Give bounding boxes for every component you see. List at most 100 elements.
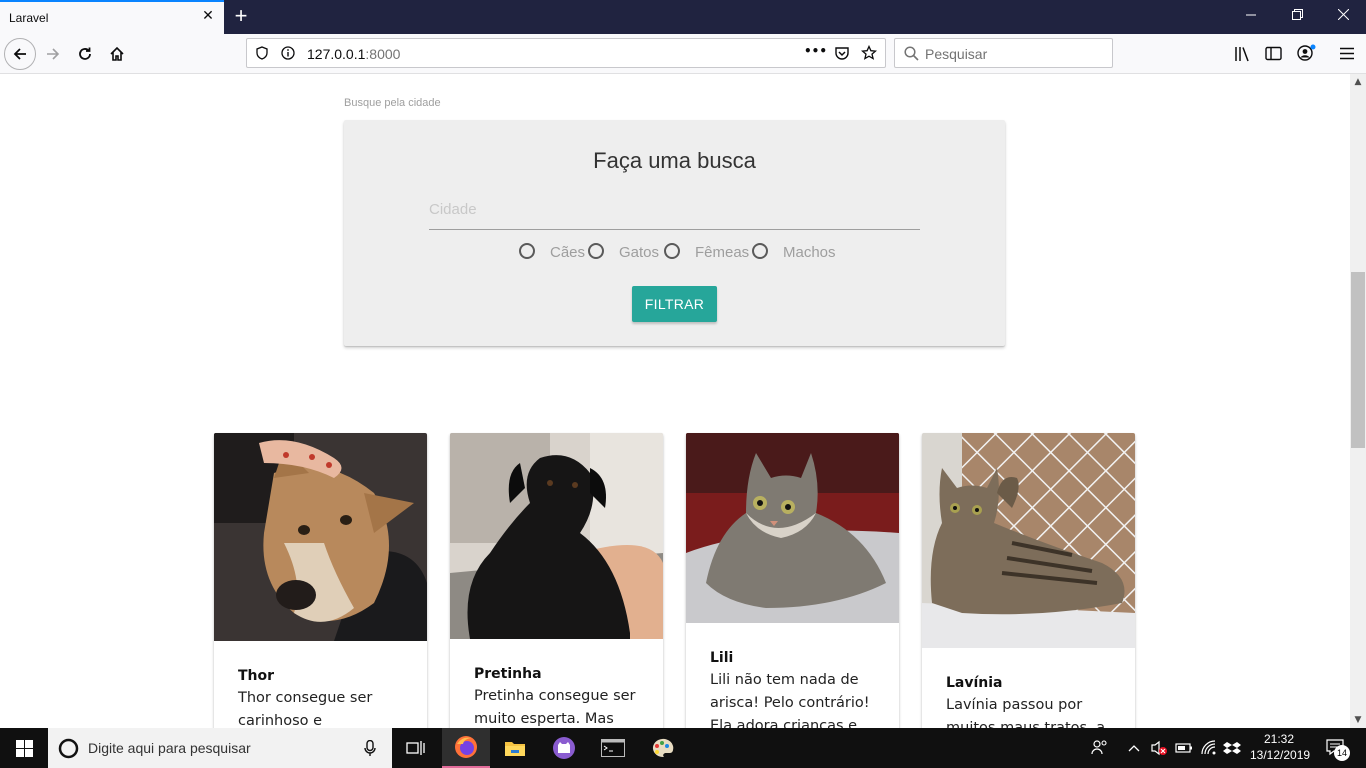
minimize-icon (1245, 14, 1256, 16)
chevron-up-icon[interactable] (1127, 739, 1145, 757)
url-host: 127.0.0.1 (307, 46, 366, 62)
account-icon[interactable] (1297, 44, 1317, 62)
cat-photo-icon (686, 433, 899, 623)
radio-label-gatos: Gatos (619, 244, 660, 261)
page-scrollbar[interactable]: ▲ ▼ (1350, 74, 1366, 728)
browser-search-bar[interactable]: Pesquisar (894, 38, 1113, 68)
pet-name: Thor (238, 668, 275, 684)
radio-gatos[interactable] (588, 242, 604, 260)
restore-icon (1291, 9, 1303, 20)
pet-photo[interactable] (450, 433, 663, 639)
dog-photo-icon (214, 433, 427, 641)
start-button[interactable] (0, 728, 48, 768)
back-button[interactable] (4, 38, 36, 70)
pet-photo[interactable] (214, 433, 427, 641)
pet-desc-line: muitos maus tratos, a (946, 720, 1106, 728)
battery-icon[interactable] (1175, 739, 1193, 757)
taskbar-terminal[interactable] (589, 728, 637, 768)
pocket-icon[interactable] (834, 46, 850, 61)
task-view-icon (406, 741, 425, 755)
dropbox-icon[interactable] (1223, 739, 1241, 757)
home-icon (110, 46, 124, 61)
radio-label-machos: Machos (783, 244, 836, 261)
arrow-right-icon (47, 48, 60, 60)
search-title: Faça uma busca (593, 148, 756, 173)
microphone-icon[interactable] (364, 740, 376, 757)
firefox-icon (455, 736, 477, 758)
pet-card[interactable]: Thor Thor consegue ser carinhoso e avent… (214, 433, 427, 728)
scroll-up-icon[interactable]: ▲ (1350, 74, 1366, 90)
terminal-icon (601, 739, 625, 757)
url-port: :8000 (365, 46, 401, 62)
browser-search-placeholder: Pesquisar (925, 46, 988, 62)
search-hint: Busque pela cidade (344, 97, 441, 109)
close-icon (1337, 8, 1349, 21)
nav-bar: 127.0.0.1:8000 ••• Pesquisar (0, 34, 1366, 74)
people-icon[interactable] (1091, 739, 1109, 757)
close-tab-icon[interactable]: ✕ (200, 8, 216, 24)
page-content: Busque pela cidade Faça uma busca Cães G… (0, 74, 1350, 728)
url-bar[interactable]: 127.0.0.1:8000 ••• (246, 38, 886, 68)
bookmark-star-icon[interactable] (861, 45, 877, 61)
pet-card[interactable]: Lili Lili não tem nada de arisca! Pelo c… (686, 433, 899, 728)
pet-photo[interactable] (686, 433, 899, 623)
library-icon[interactable] (1234, 46, 1251, 62)
minimize-button[interactable] (1228, 0, 1274, 34)
taskbar-paint[interactable] (638, 728, 686, 768)
menu-icon[interactable] (1340, 47, 1354, 60)
tab-bar: Laravel ✕ + (0, 0, 1366, 34)
pet-name: Pretinha (474, 666, 542, 682)
filter-button[interactable]: FILTRAR (632, 286, 717, 322)
search-icon (904, 46, 919, 61)
forward-button[interactable] (37, 38, 69, 70)
scroll-thumb[interactable] (1351, 272, 1365, 448)
pet-card[interactable]: Pretinha Pretinha consegue ser muito esp… (450, 433, 663, 728)
restore-button[interactable] (1274, 0, 1320, 34)
task-view-button[interactable] (392, 728, 440, 768)
url-text[interactable]: 127.0.0.1:8000 (307, 46, 400, 62)
clock-time: 21:32 (1263, 732, 1295, 746)
shield-icon[interactable] (255, 46, 269, 60)
radio-caes[interactable] (519, 242, 535, 260)
folder-icon (505, 742, 525, 756)
pet-desc-line: Thor consegue ser (238, 690, 373, 706)
radio-label-femeas: Fêmeas (695, 244, 750, 261)
reload-button[interactable] (69, 38, 101, 70)
sidebar-icon[interactable] (1265, 46, 1282, 61)
pet-desc-line: Pretinha consegue ser (474, 688, 636, 704)
github-desktop-icon (553, 737, 575, 759)
radio-machos[interactable] (752, 242, 768, 260)
taskbar-clock[interactable]: 21:32 13/12/2019 (1250, 731, 1310, 763)
new-tab-button[interactable]: + (231, 5, 251, 27)
notification-count-badge: 14 (1334, 745, 1350, 761)
pet-desc-line: carinhoso e aventureiro (238, 713, 323, 728)
radio-circle-icon (752, 243, 768, 259)
active-tab[interactable]: Laravel ✕ (0, 0, 224, 34)
dog-photo-icon (450, 433, 663, 639)
pet-name: Lili (710, 650, 734, 666)
radio-circle-icon (664, 243, 680, 259)
taskbar: Digite aqui para pesquisar 21:32 13/12/2… (0, 728, 1366, 768)
taskbar-firefox[interactable] (442, 728, 490, 768)
page-actions-icon[interactable]: ••• (804, 44, 827, 58)
wifi-icon[interactable] (1200, 739, 1218, 757)
city-input[interactable] (429, 190, 920, 230)
taskbar-github-desktop[interactable] (540, 728, 588, 768)
info-icon[interactable] (281, 46, 295, 60)
volume-muted-icon[interactable] (1150, 739, 1168, 757)
windows-icon (15, 739, 33, 757)
taskbar-search[interactable]: Digite aqui para pesquisar (48, 728, 392, 768)
pet-photo[interactable] (922, 433, 1135, 648)
pet-desc-line: Lili não tem nada de (710, 672, 859, 688)
radio-femeas[interactable] (664, 242, 680, 260)
scroll-down-icon[interactable]: ▼ (1350, 712, 1366, 728)
close-window-button[interactable] (1320, 0, 1366, 34)
arrow-left-icon (13, 48, 26, 60)
cortana-icon (58, 738, 79, 759)
pet-card[interactable]: Lavínia Lavínia passou por muitos maus t… (922, 433, 1135, 728)
action-center-button[interactable]: 14 (1318, 728, 1366, 768)
pet-name: Lavínia (946, 675, 1003, 691)
taskbar-explorer[interactable] (491, 728, 539, 768)
home-button[interactable] (101, 38, 133, 70)
radio-circle-icon (588, 243, 604, 259)
